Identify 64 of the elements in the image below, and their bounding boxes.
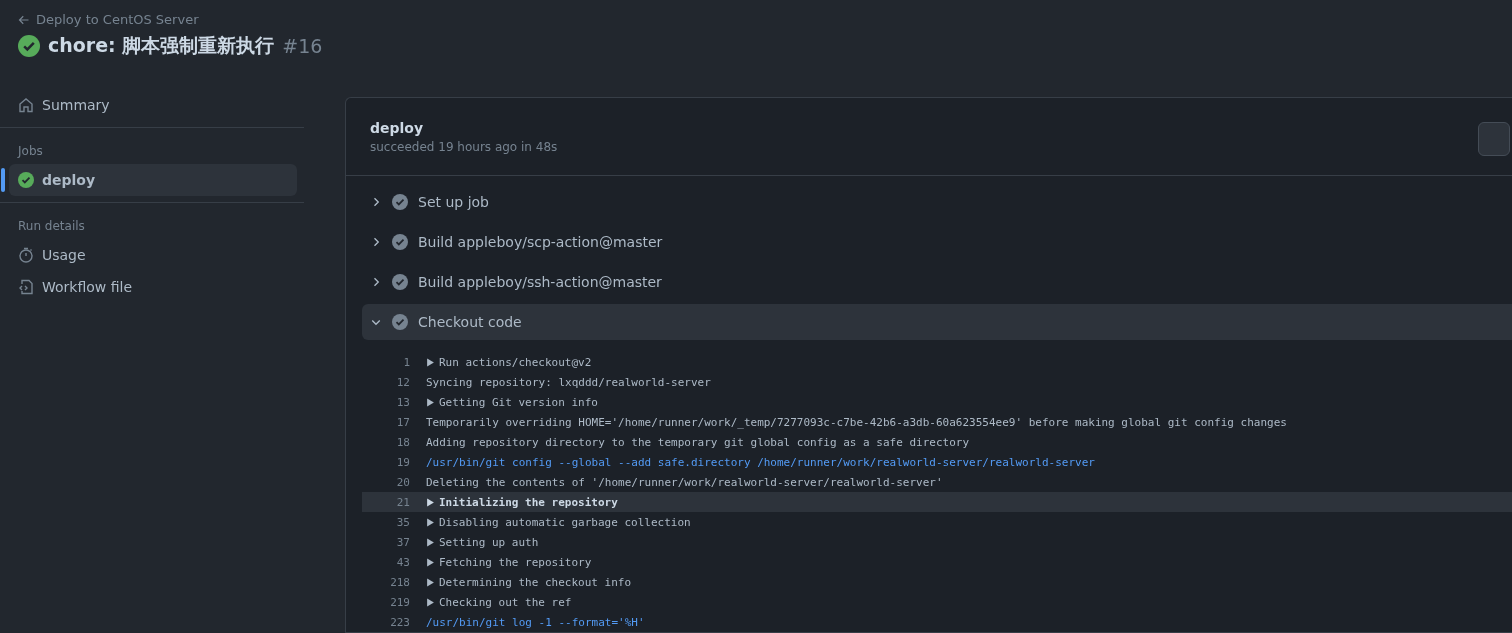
step-row[interactable]: Build appleboy/ssh-action@master — [362, 264, 1512, 300]
log-text: /usr/bin/git config --global --add safe.directory /home/runner/work/realworld-server/realworld-server — [426, 455, 1095, 469]
check-icon — [392, 314, 408, 330]
log-text: Run actions/checkout@v2 — [439, 355, 592, 369]
section-heading: Jobs — [16, 143, 44, 160]
file-code-icon — [18, 279, 34, 295]
check-icon — [392, 194, 408, 210]
check-icon — [392, 234, 408, 250]
stopwatch-icon — [18, 247, 34, 263]
log-line[interactable]: 19 /usr/bin/git config --global --add safe.directory /home/runner/work/realworld-server/realworld-server — [362, 452, 1512, 472]
job-status: succeeded 19 hours ago in 48s — [370, 140, 558, 154]
check-icon — [392, 274, 408, 290]
line-number: 37 — [395, 535, 410, 549]
step-row[interactable]: Build appleboy/scp-action@master — [362, 224, 1512, 260]
log-text: Determining the checkout info — [439, 575, 632, 589]
home-icon — [18, 97, 34, 113]
log-line[interactable]: 223 /usr/bin/git log -1 --format='%H' — [362, 612, 1512, 632]
log-text: /usr/bin/git log -1 --format='%H' — [426, 615, 645, 629]
line-number: 218 — [389, 575, 410, 589]
log-text: Getting Git version info — [439, 395, 598, 409]
line-number: 35 — [395, 515, 410, 529]
triangle-right-icon — [426, 357, 435, 367]
log-text: Setting up auth — [439, 535, 539, 549]
log-line[interactable]: 218 Determining the checkout info — [362, 572, 1512, 592]
line-number: 19 — [395, 455, 410, 469]
run-number: #16 — [282, 35, 323, 57]
log-text: Fetching the repository — [439, 555, 592, 569]
log-line[interactable]: 13 Getting Git version info — [362, 392, 1512, 412]
line-number: 12 — [395, 375, 410, 389]
line-number: 18 — [395, 435, 410, 449]
line-number: 20 — [395, 475, 410, 489]
success-check-icon — [18, 172, 34, 188]
step-row[interactable]: Checkout code — [362, 304, 1512, 340]
line-number: 43 — [395, 555, 410, 569]
step-row[interactable]: Set up job — [362, 184, 1512, 220]
line-number: 1 — [402, 355, 410, 369]
log-text: Syncing repository: lxqddd/realworld-server — [426, 375, 711, 389]
triangle-right-icon — [426, 397, 435, 407]
log-text: Deleting the contents of '/home/runner/work/realworld-server/realworld-server' — [426, 475, 943, 489]
job-name: deploy — [370, 120, 425, 136]
menu-button[interactable] — [1478, 122, 1510, 156]
log-line[interactable]: 35 Disabling automatic garbage collection — [362, 512, 1512, 532]
line-number: 13 — [395, 395, 410, 409]
log-line[interactable]: 17 Temporarily overriding HOME='/home/runner/work/_temp/7277093c-c7be-42b6-a3db-60a623554ee9' before making global git config changes — [362, 412, 1512, 432]
log-text: Adding repository directory to the temporary git global config as a safe directory — [426, 435, 970, 449]
log-line[interactable]: 12 Syncing repository: lxqddd/realworld-server — [362, 372, 1512, 392]
line-number: 219 — [389, 595, 410, 609]
back-link[interactable]: Deploy to CentOS Server — [18, 12, 199, 27]
log-line[interactable]: 219 Checking out the ref — [362, 592, 1512, 612]
log-text: Temporarily overriding HOME='/home/runner/work/_temp/7277093c-c7be-42b6-a3db-60a623554ee9' before making global git config changes — [426, 415, 1287, 429]
line-number: 17 — [395, 415, 410, 429]
run-title: chore: 脚本强制重新执行 — [48, 33, 275, 58]
log-line[interactable]: 37 Setting up auth — [362, 532, 1512, 552]
log-line[interactable]: 43 Fetching the repository — [362, 552, 1512, 572]
log-line[interactable]: 20 Deleting the contents of '/home/runner/work/realworld-server/realworld-server' — [362, 472, 1512, 492]
log-text: Checking out the ref — [439, 595, 572, 609]
section-heading: Run details — [17, 218, 86, 235]
line-number: 21 — [395, 495, 410, 509]
arrow-left-icon — [18, 13, 30, 26]
line-number: 223 — [389, 615, 410, 629]
log-text: Disabling automatic garbage collection — [439, 515, 691, 529]
log-line[interactable]: 18 Adding repository directory to the temporary git global config as a safe directory — [362, 432, 1512, 452]
log-text: Initializing the repository — [439, 495, 618, 509]
log-line[interactable]: 1 Run actions/checkout@v2 — [362, 352, 1512, 372]
